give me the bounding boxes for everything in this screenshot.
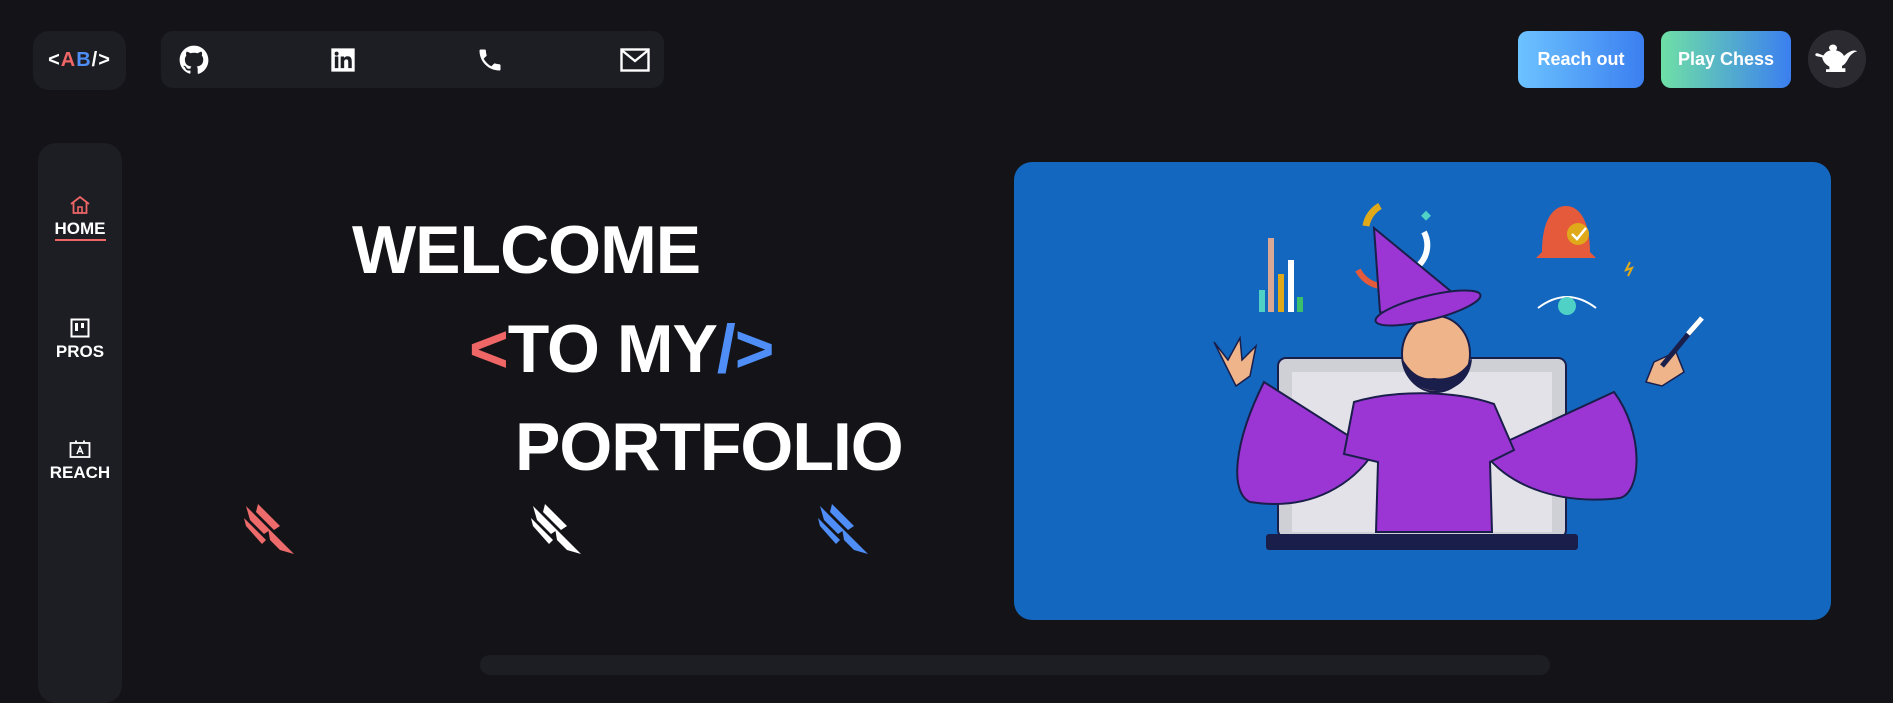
headline-line-3: PORTFOLIO <box>515 409 904 485</box>
nav-item-pros[interactable]: PROS <box>38 318 122 362</box>
kanban-icon <box>70 318 90 338</box>
nav-label-home: HOME <box>54 219 106 241</box>
linkedin-icon[interactable] <box>327 44 359 76</box>
nav-item-home[interactable]: HOME <box>38 195 122 241</box>
reach-out-button[interactable]: Reach out <box>1518 31 1644 88</box>
nav-label-reach: REACH <box>49 463 111 482</box>
bottom-panel <box>480 655 1550 675</box>
floating-chart-icon <box>1259 238 1303 312</box>
headline-gt: > <box>734 311 775 387</box>
mail-icon[interactable] <box>619 44 651 76</box>
github-icon[interactable] <box>178 44 210 76</box>
headline-slash: / <box>716 311 736 387</box>
headline-line-1: WELCOME <box>352 212 701 288</box>
contact-card-icon <box>69 440 91 458</box>
headline-lt: < <box>469 311 509 387</box>
nav-item-reach[interactable]: REACH <box>38 439 122 483</box>
play-chess-button[interactable]: Play Chess <box>1661 31 1791 88</box>
rocket-icon <box>531 504 581 554</box>
bell-icon <box>1536 206 1596 258</box>
logo-b: B <box>76 49 92 71</box>
logo-lt: < <box>48 49 61 71</box>
rocket-icon <box>244 504 294 554</box>
headline-to-my: TO MY <box>507 311 718 387</box>
logo-a: A <box>60 49 77 71</box>
social-links-bar <box>161 31 664 88</box>
rocket-icon <box>818 504 868 554</box>
site-logo[interactable]: < A B / > <box>33 31 126 90</box>
hero-illustration <box>1014 162 1831 620</box>
home-icon <box>70 195 90 214</box>
phone-icon[interactable] <box>474 44 506 76</box>
magic-lamp-icon[interactable] <box>1808 30 1866 88</box>
side-navigation: HOME PROS REACH <box>38 143 122 703</box>
headline-line-2: <TO MY/> <box>469 315 774 383</box>
nav-label-pros: PROS <box>55 342 105 361</box>
logo-gt: > <box>98 49 111 71</box>
